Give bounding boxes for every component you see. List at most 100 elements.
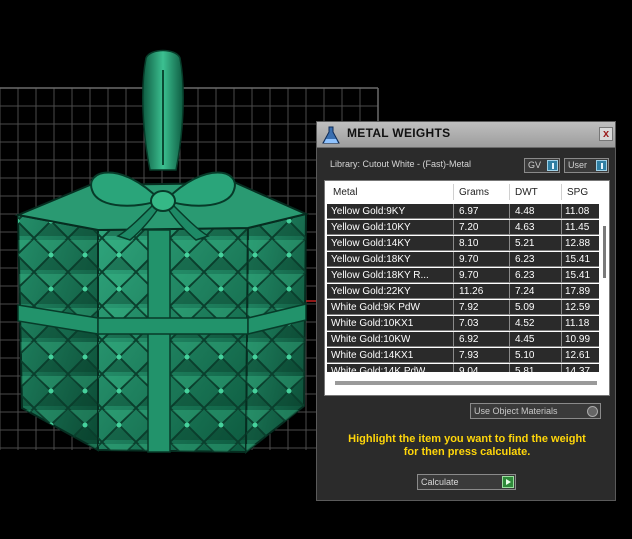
vertical-scrollbar[interactable] (602, 206, 607, 366)
cell-divider (561, 284, 562, 299)
cell-divider (509, 316, 510, 331)
table-row[interactable]: White Gold:10KX1 7.03 4.52 11.18 (327, 316, 599, 331)
cell-grams: 9.70 (459, 254, 479, 265)
table-row[interactable]: Yellow Gold:14KY 8.10 5.21 12.88 (327, 236, 599, 251)
cell-metal: White Gold:14K PdW (331, 366, 426, 372)
cell-divider (453, 220, 454, 235)
table-row[interactable]: Yellow Gold:9KY 6.97 4.48 11.08 (327, 204, 599, 219)
use-object-materials-option[interactable]: Use Object Materials (470, 403, 601, 419)
metal-weights-dialog: METAL WEIGHTS x Library: Cutout White - … (316, 121, 616, 501)
table-row[interactable]: White Gold:10KW 6.92 4.45 10.99 (327, 332, 599, 347)
calculate-label: Calculate (421, 477, 459, 487)
cell-spg: 12.59 (565, 302, 591, 313)
cell-grams: 7.92 (459, 302, 479, 313)
toggle-icon (596, 160, 607, 171)
gv-toggle[interactable]: GV (524, 158, 560, 173)
table-row[interactable]: White Gold:14KX1 7.93 5.10 12.61 (327, 348, 599, 363)
cell-divider (561, 348, 562, 363)
cell-divider (509, 284, 510, 299)
cell-divider (561, 268, 562, 283)
instruction-line-1: Highlight the item you want to find the … (348, 433, 586, 445)
cell-divider (453, 268, 454, 283)
cell-grams: 6.97 (459, 206, 479, 217)
cell-metal: White Gold:10KX1 (331, 318, 414, 329)
table-row[interactable]: White Gold:14K PdW 9.04 5.81 14.37 (327, 364, 599, 372)
cell-divider (453, 236, 454, 251)
cell-metal: Yellow Gold:14KY (331, 238, 411, 249)
cell-dwt: 6.23 (515, 254, 535, 265)
cell-spg: 10.99 (565, 334, 591, 345)
cell-spg: 17.89 (565, 286, 591, 297)
toggle-icon (547, 160, 558, 171)
cell-grams: 7.20 (459, 222, 479, 233)
cell-divider (509, 364, 510, 372)
cell-divider (509, 348, 510, 363)
calculate-button[interactable]: Calculate (417, 474, 516, 490)
cell-divider (453, 204, 454, 219)
cell-divider (453, 300, 454, 315)
cell-divider (561, 220, 562, 235)
column-divider (509, 184, 510, 200)
cell-grams: 7.03 (459, 318, 479, 329)
cell-metal: White Gold:10KW (331, 334, 411, 345)
dialog-titlebar[interactable]: METAL WEIGHTS x (317, 122, 615, 148)
cell-divider (453, 284, 454, 299)
cell-divider (509, 236, 510, 251)
cell-grams: 8.10 (459, 238, 479, 249)
table-row[interactable]: Yellow Gold:10KY 7.20 4.63 11.45 (327, 220, 599, 235)
table-row[interactable]: Yellow Gold:18KY 9.70 6.23 15.41 (327, 252, 599, 267)
cell-spg: 12.61 (565, 350, 591, 361)
cell-dwt: 7.24 (515, 286, 535, 297)
dialog-title: METAL WEIGHTS (347, 126, 451, 140)
table-rows: Yellow Gold:9KY 6.97 4.48 11.08 Yellow Gold:… (327, 204, 599, 372)
column-divider (453, 184, 454, 200)
cell-grams: 7.93 (459, 350, 479, 361)
cell-divider (509, 252, 510, 267)
cell-dwt: 5.21 (515, 238, 535, 249)
cell-spg: 11.45 (565, 222, 590, 233)
use-object-materials-label: Use Object Materials (474, 406, 558, 416)
cell-divider (561, 252, 562, 267)
cell-divider (561, 204, 562, 219)
column-header-dwt[interactable]: DWT (515, 187, 538, 198)
cell-dwt: 5.10 (515, 350, 535, 361)
cell-divider (453, 348, 454, 363)
play-icon (502, 476, 514, 488)
flask-icon (322, 126, 340, 144)
radio-icon (587, 406, 598, 417)
cell-divider (509, 332, 510, 347)
table-row[interactable]: White Gold:9K PdW 7.92 5.09 12.59 (327, 300, 599, 315)
cell-spg: 15.41 (565, 270, 591, 281)
cell-divider (561, 364, 562, 372)
scrollbar-thumb[interactable] (603, 226, 606, 278)
user-toggle[interactable]: User (564, 158, 609, 173)
cell-divider (509, 300, 510, 315)
column-header-grams[interactable]: Grams (459, 187, 489, 198)
cell-dwt: 5.81 (515, 366, 535, 372)
cell-spg: 11.18 (565, 318, 590, 329)
cell-spg: 14.37 (565, 366, 591, 372)
horizontal-scrollbar[interactable] (335, 381, 597, 385)
cell-divider (561, 236, 562, 251)
table-header: Metal Grams DWT SPG (325, 181, 609, 203)
cell-divider (453, 316, 454, 331)
cell-dwt: 5.09 (515, 302, 535, 313)
cell-divider (453, 364, 454, 372)
cell-divider (509, 204, 510, 219)
column-divider (561, 184, 562, 200)
cell-spg: 11.08 (565, 206, 590, 217)
cell-metal: Yellow Gold:18KY R... (331, 270, 429, 281)
cell-divider (453, 252, 454, 267)
column-header-metal[interactable]: Metal (333, 187, 357, 198)
instruction-text: Highlight the item you want to find the … (327, 433, 607, 459)
cell-spg: 15.41 (565, 254, 591, 265)
cell-spg: 12.88 (565, 238, 591, 249)
close-button[interactable]: x (599, 127, 613, 141)
table-row[interactable]: Yellow Gold:18KY R... 9.70 6.23 15.41 (327, 268, 599, 283)
cell-divider (509, 268, 510, 283)
gv-toggle-label: GV (528, 160, 542, 170)
cell-divider (561, 300, 562, 315)
cell-divider (561, 316, 562, 331)
table-row[interactable]: Yellow Gold:22KY 11.26 7.24 17.89 (327, 284, 599, 299)
column-header-spg[interactable]: SPG (567, 187, 588, 198)
